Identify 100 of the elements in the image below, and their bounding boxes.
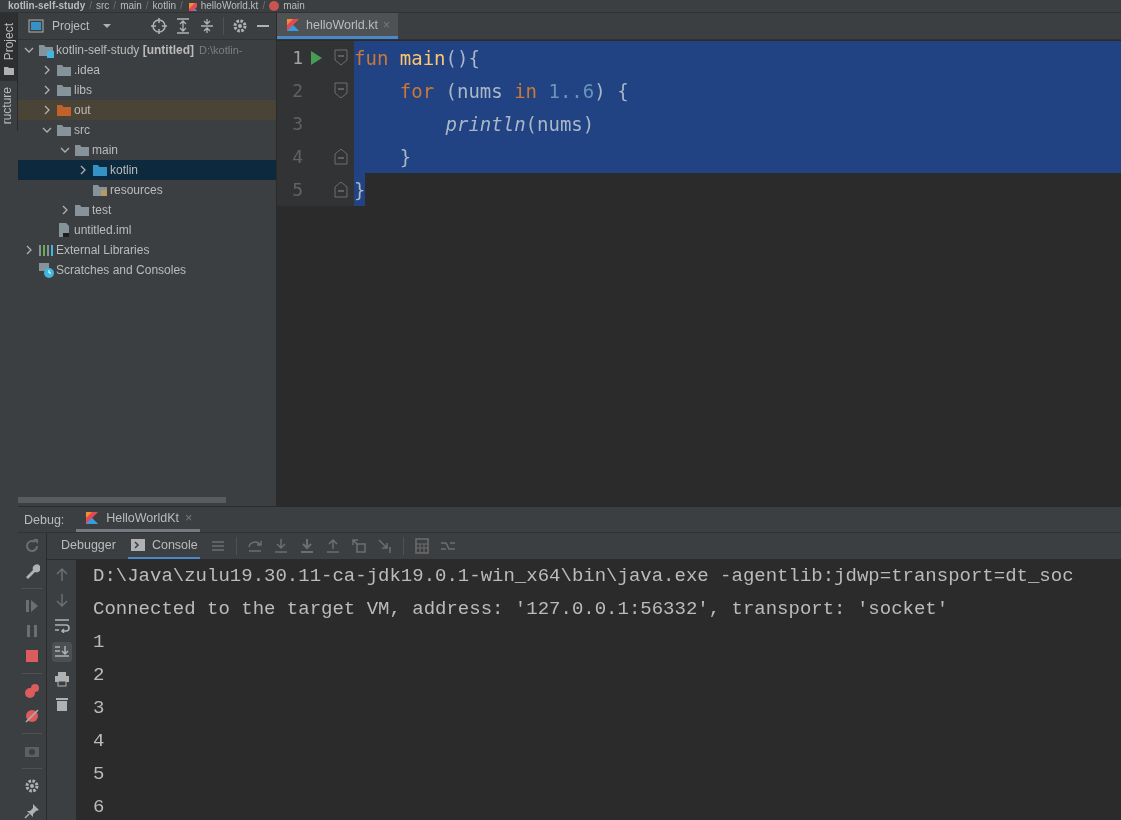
step-over-icon[interactable] bbox=[246, 538, 263, 554]
fold-marker-icon[interactable] bbox=[334, 148, 348, 165]
drop-frame-icon[interactable] bbox=[350, 538, 367, 554]
module-folder-icon bbox=[38, 42, 54, 58]
resources-folder-icon bbox=[92, 182, 108, 198]
breadcrumb[interactable]: main bbox=[120, 0, 142, 12]
structure-tool-tab[interactable]: ructure bbox=[0, 81, 17, 131]
kotlin-logo-icon bbox=[84, 510, 101, 526]
console-line: 5 bbox=[93, 762, 106, 787]
tree-item-label: test bbox=[92, 203, 112, 217]
editor-tab[interactable]: helloWorld.kt × bbox=[277, 13, 399, 39]
tree-item-label: out bbox=[74, 103, 91, 117]
folder-icon bbox=[56, 102, 72, 118]
tree-item[interactable]: .idea bbox=[18, 60, 276, 80]
tree-item[interactable]: out bbox=[18, 100, 276, 120]
step-into-icon[interactable] bbox=[272, 538, 289, 554]
soft-wrap-icon[interactable] bbox=[53, 617, 70, 633]
breadcrumb[interactable]: main bbox=[283, 0, 305, 12]
tree-item-label: main bbox=[92, 143, 118, 157]
debug-tab[interactable]: HelloWorldKt × bbox=[76, 507, 201, 532]
folder-icon bbox=[56, 122, 72, 138]
dropdown-caret-icon[interactable] bbox=[103, 22, 112, 30]
console-line: 4 bbox=[93, 729, 106, 754]
breadcrumb[interactable]: helloWorld.kt bbox=[200, 0, 259, 12]
settings-icon[interactable] bbox=[232, 18, 249, 34]
tree-item-label: resources bbox=[110, 183, 163, 197]
breadcrumb[interactable]: kotlin bbox=[152, 0, 176, 12]
down-arrow-icon[interactable] bbox=[53, 592, 70, 608]
breadcrumb-separator: / bbox=[179, 0, 183, 12]
tree-item[interactable]: Scratches and Consoles bbox=[18, 260, 276, 280]
tree-item-label: kotlin bbox=[110, 163, 138, 177]
file-icon bbox=[56, 222, 72, 238]
wrench-icon[interactable] bbox=[24, 563, 40, 579]
resume-icon[interactable] bbox=[24, 598, 40, 614]
fold-marker-icon[interactable] bbox=[334, 82, 348, 99]
tree-item[interactable]: main bbox=[18, 140, 276, 160]
folder-icon bbox=[74, 142, 90, 158]
panel-title: Debug: bbox=[24, 512, 65, 527]
console-icon bbox=[129, 537, 146, 553]
breadcrumb-separator: / bbox=[113, 0, 117, 12]
tree-item-label: External Libraries bbox=[56, 243, 150, 257]
breadcrumb-separator: / bbox=[145, 0, 149, 12]
breakpoints-icon[interactable] bbox=[24, 683, 40, 699]
run-icon[interactable] bbox=[309, 49, 323, 66]
tree-item[interactable]: External Libraries bbox=[18, 240, 276, 260]
line-number: 1 bbox=[291, 47, 303, 68]
tree-item[interactable]: kotlin bbox=[18, 160, 276, 180]
project-path: D:\kotlin- bbox=[199, 44, 243, 56]
console-line: 1 bbox=[93, 630, 106, 655]
console-line: 6 bbox=[93, 795, 106, 820]
tree-item[interactable]: src bbox=[18, 120, 276, 140]
tree-item[interactable]: libs bbox=[18, 80, 276, 100]
tree-item-label: src bbox=[74, 123, 90, 137]
breadcrumb[interactable]: kotlin-self-study bbox=[8, 0, 86, 12]
collapse-all-icon[interactable] bbox=[199, 18, 216, 34]
stop-icon[interactable] bbox=[24, 648, 40, 664]
folder-icon bbox=[56, 62, 72, 78]
scratches-icon bbox=[38, 262, 54, 278]
fold-marker-icon[interactable] bbox=[334, 181, 348, 198]
folder-icon bbox=[92, 162, 108, 178]
breadcrumb-separator: / bbox=[262, 0, 266, 12]
libraries-icon bbox=[38, 242, 54, 258]
mute-breakpoints-icon[interactable] bbox=[24, 708, 40, 724]
function-icon bbox=[269, 1, 280, 11]
panel-title[interactable]: Project bbox=[52, 19, 90, 33]
tree-item-label: untitled.iml bbox=[74, 223, 132, 237]
run-to-cursor-icon[interactable] bbox=[376, 538, 393, 554]
tree-item-label: kotlin-self-study [untitled] bbox=[56, 43, 195, 57]
folder-icon bbox=[74, 202, 90, 218]
console-line: 3 bbox=[93, 696, 106, 721]
pause-icon[interactable] bbox=[24, 623, 40, 639]
tree-item[interactable]: untitled.iml bbox=[18, 220, 276, 240]
settings-icon[interactable] bbox=[24, 778, 40, 794]
debugger-tab[interactable]: Debugger bbox=[59, 533, 118, 559]
tree-item[interactable]: kotlin-self-study [untitled] D:\kotlin- bbox=[18, 40, 276, 60]
step-out-icon[interactable] bbox=[324, 538, 341, 554]
printer-icon[interactable] bbox=[53, 671, 70, 687]
breadcrumb[interactable]: src bbox=[96, 0, 110, 12]
tree-item[interactable]: resources bbox=[18, 180, 276, 200]
target-icon[interactable] bbox=[151, 18, 168, 34]
console-line: D:\Java\zulu19.30.11-ca-jdk19.0.1-win_x64\bin\java.exe -agentlib:jdwp=transport=dt_soc bbox=[93, 564, 1075, 589]
tree-item[interactable]: test bbox=[18, 200, 276, 220]
folder-icon bbox=[56, 82, 72, 98]
pin-icon[interactable] bbox=[24, 803, 40, 819]
console-line: 2 bbox=[93, 663, 106, 688]
tree-item-label: libs bbox=[74, 83, 92, 97]
breadcrumb-separator: / bbox=[89, 0, 92, 12]
trash-icon[interactable] bbox=[53, 696, 70, 712]
code-line: } bbox=[354, 173, 1121, 206]
kotlin-file-icon bbox=[285, 16, 301, 33]
scroll-to-end-icon[interactable] bbox=[51, 642, 72, 662]
force-step-into-icon[interactable] bbox=[298, 538, 315, 554]
rerun-icon[interactable] bbox=[24, 538, 40, 554]
fold-marker-icon[interactable] bbox=[334, 49, 348, 66]
expand-all-icon[interactable] bbox=[175, 18, 192, 34]
tree-item-label: Scratches and Consoles bbox=[56, 263, 187, 277]
panel-icon bbox=[28, 18, 44, 34]
tree-item-label: .idea bbox=[74, 63, 101, 77]
console-line: Connected to the target VM, address: '127.0.0.1:56332', transport: 'socket' bbox=[93, 597, 950, 622]
folder-icon bbox=[3, 66, 14, 76]
